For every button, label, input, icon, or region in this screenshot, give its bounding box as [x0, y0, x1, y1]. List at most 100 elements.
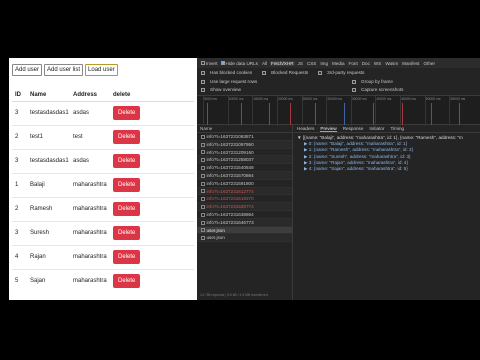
tab-response[interactable]: Response	[343, 125, 364, 132]
add-user-button[interactable]: Add user	[12, 64, 43, 76]
type-filter-other[interactable]: Other	[423, 61, 437, 66]
tab-initiator[interactable]: Initiator	[369, 125, 384, 132]
table-row: 5 Sajan maharashtra Delete	[12, 268, 194, 293]
file-icon	[201, 204, 205, 209]
cell-name: testasdasdas1	[27, 100, 70, 125]
load-user-button[interactable]: Load user	[85, 64, 118, 76]
delete-button[interactable]: Delete	[113, 274, 141, 289]
add-user-list-button[interactable]: Add user list	[44, 64, 84, 76]
delete-button[interactable]: Delete	[113, 130, 141, 144]
request-row[interactable]: info?t=1637231570864	[197, 171, 292, 180]
request-row[interactable]: info?t=1637231063871	[197, 133, 292, 141]
type-filter-img[interactable]: Img	[319, 61, 329, 66]
request-row[interactable]: info?t=1637231540848	[197, 164, 292, 172]
network-filter-bar: Invert Hide data URLs All Fetch/XHR JS CSS I…	[197, 58, 480, 68]
request-row[interactable]: info?t=1637231209160	[197, 149, 292, 157]
option-group-by-frame[interactable]: Group by frame	[352, 79, 398, 84]
table-row: 2 test1 test Delete	[12, 124, 194, 149]
request-name: info?t=1637231612774	[206, 188, 254, 194]
delete-button[interactable]: Delete	[113, 226, 141, 240]
cell-name: Sajan	[27, 268, 70, 293]
request-row[interactable]: info?t=1637231097950	[197, 140, 292, 149]
timeline-request-marker	[290, 103, 291, 125]
options-row-3: Show overview Capture screenshots	[201, 87, 413, 92]
type-filter-css[interactable]: CSS	[306, 61, 317, 66]
type-filter-js[interactable]: JS	[297, 61, 304, 66]
tab-headers[interactable]: Headers	[297, 125, 314, 132]
tab-timing[interactable]: Timing	[390, 125, 404, 132]
tab-preview[interactable]: Preview	[320, 125, 337, 132]
column-header-name: Name	[27, 89, 70, 102]
file-icon	[201, 212, 205, 217]
delete-button[interactable]: Delete	[113, 202, 141, 216]
table-row: 3 testasdasdas1 asdas Delete	[12, 148, 194, 173]
type-filter-ws[interactable]: WS	[373, 61, 382, 66]
request-row[interactable]: info?t=1637231591800	[197, 180, 292, 188]
type-filter-wasm[interactable]: Wasm	[384, 61, 399, 66]
request-row[interactable]: info?t=1637231258037	[197, 156, 292, 165]
request-name: info?t=1637231618370	[206, 196, 254, 202]
cell-address: test	[70, 124, 110, 149]
timeline-request-marker	[344, 103, 345, 125]
cell-address: maharashtra	[70, 172, 110, 197]
checkbox-icon	[262, 70, 267, 75]
option-label: Capture screenshots	[361, 87, 404, 92]
cell-delete: Delete	[110, 124, 194, 149]
preview-array-item[interactable]: ▶ 4: {name: "Sajan", address: "maharasht…	[297, 166, 480, 172]
hide-data-urls-checkbox[interactable]: Hide data URLs	[220, 61, 258, 66]
network-overview-timeline[interactable]: 5000 ms 10000 ms 15000 ms 20000 ms 25000 ms 3…	[197, 95, 480, 126]
delete-button[interactable]: Delete	[113, 250, 141, 264]
request-row[interactable]: user.json	[197, 234, 292, 243]
table-row: 3 Suresh maharashtra Delete	[12, 220, 194, 245]
option-3rd-party-requests[interactable]: 3rd-party requests	[318, 70, 369, 75]
cell-name: Ramesh	[27, 196, 70, 221]
option-show-overview[interactable]: Show overview	[201, 87, 347, 92]
table-row: 4 Rajan maharashtra Delete	[12, 244, 194, 269]
checkbox-icon	[318, 70, 323, 75]
file-icon	[201, 158, 205, 163]
option-label: Group by frame	[361, 79, 393, 84]
request-name: user.json	[206, 235, 225, 241]
request-name: info?t=1637231540848	[206, 165, 254, 171]
type-filter-doc[interactable]: Doc	[361, 61, 371, 66]
type-filter-media[interactable]: Media	[331, 61, 346, 66]
file-icon	[201, 181, 205, 186]
name-column-header[interactable]: Name	[197, 125, 292, 133]
invert-checkbox[interactable]: Invert	[201, 61, 218, 66]
options-row-2: Use large request rows Group by frame	[201, 79, 403, 84]
file-icon	[201, 165, 205, 170]
request-row[interactable]: info?t=1637231628774	[197, 203, 292, 211]
option-blocked-requests[interactable]: Blocked Requests	[262, 70, 313, 75]
request-row[interactable]: user.json	[197, 226, 292, 235]
checkbox-icon	[352, 79, 356, 84]
checkbox-icon	[201, 70, 205, 75]
option-capture-screenshots[interactable]: Capture screenshots	[352, 87, 408, 92]
option-large-rows[interactable]: Use large request rows	[201, 79, 347, 84]
delete-button[interactable]: Delete	[113, 106, 141, 120]
option-label: Show overview	[210, 87, 241, 92]
cell-id: 2	[12, 124, 27, 149]
request-row[interactable]: info?t=1637231618370	[197, 195, 292, 204]
cell-name: test1	[27, 124, 70, 149]
cell-id: 4	[12, 244, 27, 269]
option-blocked-cookies[interactable]: Has blocked cookies	[201, 70, 257, 75]
cell-id: 1	[12, 172, 27, 197]
type-filter-manifest[interactable]: Manifest	[401, 61, 420, 66]
cell-id: 3	[12, 100, 27, 125]
type-filter-all[interactable]: All	[261, 61, 268, 66]
request-row[interactable]: info?t=1637231646773	[197, 218, 292, 227]
user-app-panel: Add user Add user list Load user ID Name…	[9, 58, 197, 300]
file-icon	[201, 220, 205, 225]
request-detail-pane: Headers Preview Response Initiator Timing ▼ …	[294, 125, 480, 300]
request-row[interactable]: info?t=1637231638864	[197, 211, 292, 219]
file-icon	[201, 236, 205, 241]
timeline-request-marker	[315, 103, 316, 125]
users-table: ID Name Address delete 3 testasdasdas1 asd…	[12, 89, 194, 293]
delete-button[interactable]: Delete	[113, 178, 141, 192]
column-header-delete: delete	[110, 89, 194, 102]
type-filter-font[interactable]: Font	[348, 61, 359, 66]
delete-button[interactable]: Delete	[113, 154, 141, 168]
request-row[interactable]: info?t=1637231612774	[197, 187, 292, 196]
type-filter-fetch-xhr[interactable]: Fetch/XHR	[270, 60, 295, 66]
cell-id: 2	[12, 196, 27, 221]
